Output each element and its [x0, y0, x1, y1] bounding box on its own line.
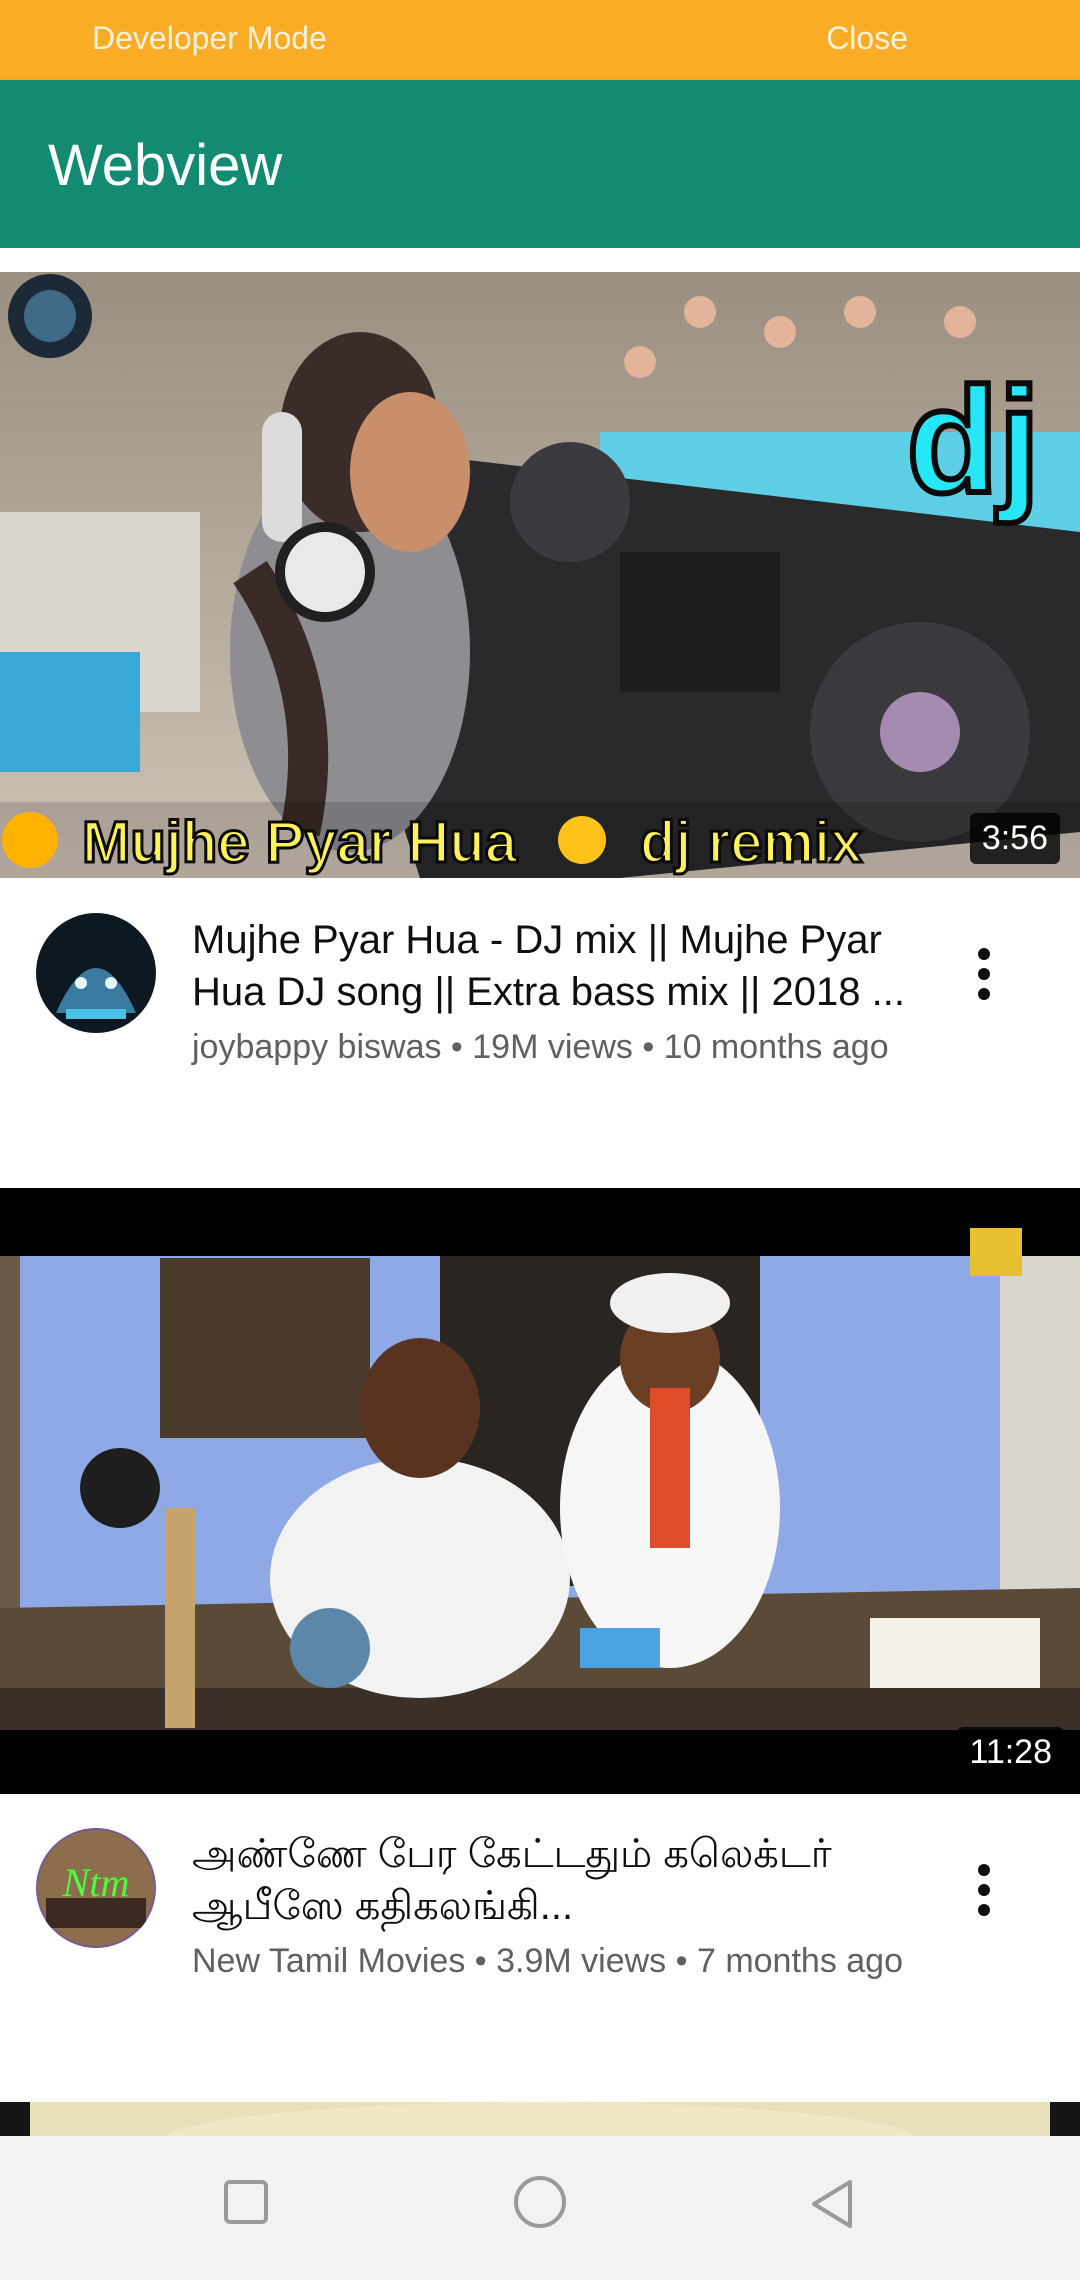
close-button[interactable]: Close	[826, 20, 908, 57]
thumbnail-image	[0, 1188, 1080, 1794]
video-meta: joybappy biswas • 19M views • 10 months …	[192, 1028, 889, 1066]
video-duration-badge: 11:28	[957, 1727, 1064, 1778]
thumbnail-image	[0, 2102, 1080, 2136]
video-meta: New Tamil Movies • 3.9M views • 7 months…	[192, 1942, 903, 1980]
back-triangle-icon[interactable]	[808, 2178, 856, 2235]
app-bar: Webview	[0, 80, 1080, 248]
webview-content[interactable]: dj Mujhe Pyar Hua dj remix 3:56 Mujhe Py…	[0, 248, 1080, 2136]
thumbnail-caption-right: dj remix	[640, 810, 862, 875]
developer-mode-label: Developer Mode	[92, 20, 327, 56]
video-thumbnail[interactable]	[0, 2102, 1080, 2136]
video-title[interactable]: Mujhe Pyar Hua - DJ mix || Mujhe Pyar Hu…	[192, 914, 932, 1018]
video-thumbnail[interactable]: dj Mujhe Pyar Hua dj remix 3:56	[0, 272, 1080, 878]
home-circle-icon[interactable]	[512, 2174, 568, 2235]
thumbnail-caption-left: Mujhe Pyar Hua	[82, 810, 518, 875]
channel-avatar-text: Ntm	[62, 1860, 130, 1905]
recents-square-icon[interactable]	[222, 2178, 270, 2231]
more-options-icon[interactable]	[968, 1864, 1000, 1924]
video-title[interactable]: அண்ணே பேர கேட்டதும் கலெக்டர் ஆபீஸே கதிகல…	[192, 1828, 932, 1932]
thumbnail-image: dj Mujhe Pyar Hua dj remix	[0, 272, 1080, 878]
more-options-icon[interactable]	[968, 948, 1000, 1008]
channel-avatar[interactable]	[36, 913, 156, 1033]
system-navigation-bar	[0, 2136, 1080, 2280]
page-title: Webview	[48, 133, 283, 198]
video-duration-badge: 3:56	[969, 813, 1060, 864]
video-thumbnail[interactable]: 11:28	[0, 1188, 1080, 1794]
developer-mode-banner: Developer Mode Close	[0, 0, 1080, 80]
thumbnail-dj-text: dj	[907, 356, 1040, 524]
channel-avatar[interactable]: Ntm	[36, 1828, 156, 1948]
